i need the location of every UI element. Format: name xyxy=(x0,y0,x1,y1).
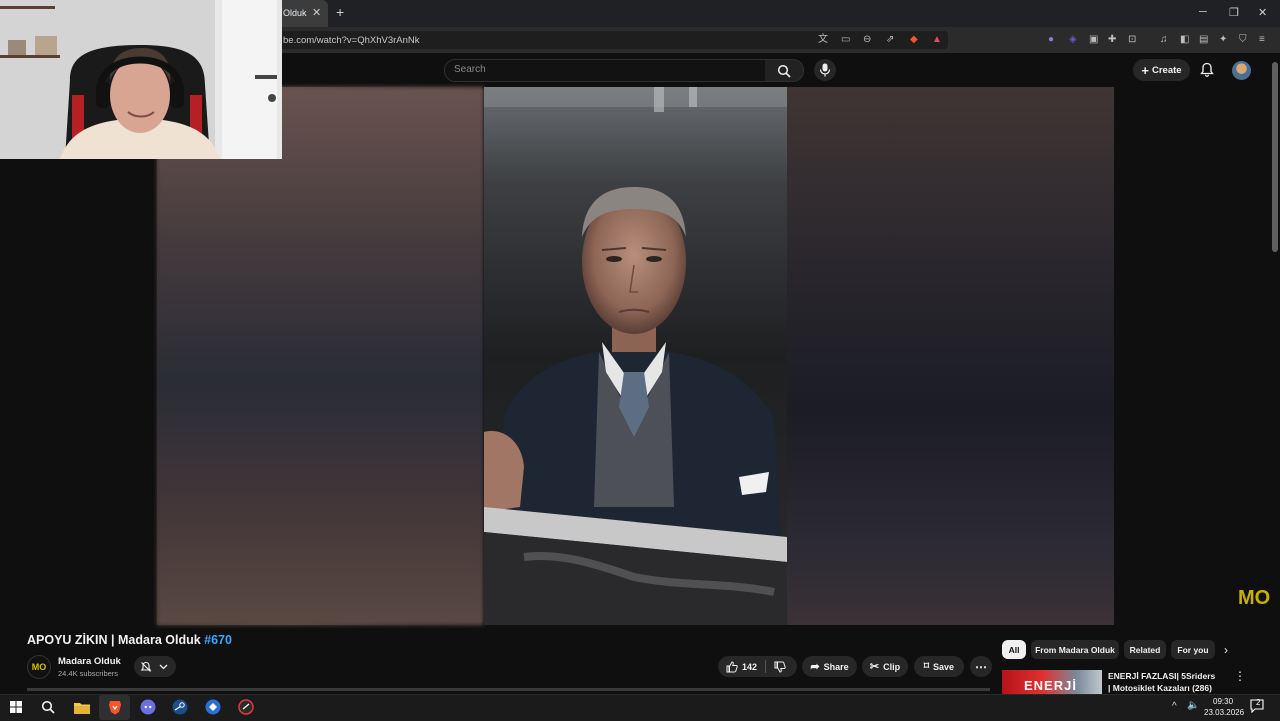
share-button[interactable]: ➦ Share xyxy=(802,656,857,677)
minimize-window-icon[interactable]: ─ xyxy=(1199,6,1207,18)
subscribed-notifications-button[interactable] xyxy=(134,656,176,677)
thumbs-down-icon xyxy=(774,661,786,673)
sidebar-icon[interactable]: ◧ xyxy=(1180,34,1189,46)
windows-start-icon[interactable] xyxy=(7,699,25,715)
close-window-icon[interactable]: ✕ xyxy=(1258,6,1267,19)
player-ambient-left xyxy=(157,87,484,625)
new-tab-button[interactable]: + xyxy=(336,4,344,20)
translate-icon[interactable]: 文 xyxy=(818,34,828,46)
chevron-down-icon xyxy=(159,664,168,670)
zoom-icon[interactable]: ⊖ xyxy=(863,34,871,46)
share-page-icon[interactable]: ⇗ xyxy=(886,34,894,46)
discord-icon[interactable] xyxy=(139,699,157,715)
thumbnail-text: ENERJİ xyxy=(1024,678,1077,693)
restore-window-icon[interactable]: ❐ xyxy=(1229,6,1239,19)
vpn-icon[interactable]: ◈ xyxy=(1069,34,1077,46)
file-explorer-icon[interactable] xyxy=(73,699,91,715)
webcam-person-image xyxy=(0,0,282,159)
channel-name[interactable]: Madara Olduk xyxy=(58,656,121,667)
puzzle-extensions-icon[interactable]: ✚ xyxy=(1108,34,1116,46)
recommended-video-thumbnail[interactable]: ENERJİ xyxy=(1002,670,1102,694)
extension-2-icon[interactable]: ▣ xyxy=(1089,34,1098,46)
channel-avatar[interactable]: MO xyxy=(27,655,51,679)
gaming-app-icon[interactable] xyxy=(237,699,255,715)
video-title: APOYU ZİKIN | Madara Olduk #670 xyxy=(27,633,232,647)
tab-title: Olduk xyxy=(283,8,307,18)
like-button[interactable]: 142 xyxy=(726,660,758,673)
create-label: Create xyxy=(1152,64,1182,76)
save-label: Save xyxy=(933,661,955,672)
chip-from-channel[interactable]: From Madara Olduk xyxy=(1031,640,1119,659)
chip-all[interactable]: All xyxy=(1002,640,1026,659)
brave-browser-icon[interactable] xyxy=(106,699,124,715)
dislike-button[interactable] xyxy=(774,661,786,675)
volume-icon[interactable]: 🔈 xyxy=(1187,700,1199,711)
search-icon xyxy=(777,64,791,78)
share-label: Share xyxy=(823,661,849,672)
save-button[interactable]: ⌑ Save xyxy=(914,656,964,677)
screenshot-icon[interactable]: ⊡ xyxy=(1128,34,1136,46)
taskbar-time[interactable]: 09:30 xyxy=(1213,697,1233,706)
brave-shields-icon[interactable]: ◆ xyxy=(910,34,918,46)
steam-icon[interactable] xyxy=(171,699,189,715)
clip-label: Clip xyxy=(883,661,901,672)
app-launcher-icon[interactable] xyxy=(204,699,222,715)
notifications-button[interactable] xyxy=(1200,62,1214,82)
search-button[interactable] xyxy=(765,59,804,82)
recommended-video-title[interactable]: ENERJİ FAZLASI| 5Sriders | Motosiklet Ka… xyxy=(1108,670,1218,694)
cast-icon[interactable]: ▭ xyxy=(841,34,850,46)
browser-menu-icon[interactable]: ≡ xyxy=(1259,34,1265,46)
notification-count: 2 xyxy=(1256,698,1261,707)
microphone-icon xyxy=(819,63,831,77)
more-horizontal-icon: ⋯ xyxy=(975,659,987,674)
page-divider xyxy=(27,688,990,691)
user-avatar[interactable] xyxy=(1232,61,1251,80)
tab-close-icon[interactable]: ✕ xyxy=(312,6,321,19)
scissors-icon: ✂ xyxy=(869,661,880,673)
windows-taskbar xyxy=(0,694,1280,721)
video-portrait-image xyxy=(484,87,787,625)
channel-avatar-logo: MO xyxy=(31,662,47,672)
leo-ai-icon[interactable]: ✦ xyxy=(1219,34,1227,46)
bell-icon xyxy=(1200,62,1214,77)
bookmark-icon: ⌑ xyxy=(923,661,930,672)
voice-search-button[interactable] xyxy=(814,59,836,81)
video-title-text: APOYU ZİKIN | Madara Olduk xyxy=(27,633,201,647)
media-icon[interactable]: ♫ xyxy=(1160,34,1168,46)
privacy-icon[interactable]: ⛉ xyxy=(1239,34,1247,46)
chip-for-you[interactable]: For you xyxy=(1171,640,1215,659)
like-count: 142 xyxy=(742,661,758,672)
tray-chevron-up-icon[interactable]: ^ xyxy=(1172,701,1177,712)
wallet-icon[interactable]: ▤ xyxy=(1199,34,1208,46)
chevron-right-icon[interactable]: › xyxy=(1224,643,1228,657)
channel-watermark[interactable]: MO xyxy=(1238,587,1270,610)
search-placeholder: Search xyxy=(454,64,486,75)
clip-button[interactable]: ✂ Clip xyxy=(862,656,908,677)
plus-icon: + xyxy=(1141,62,1149,78)
subscriber-count: 24.4K subscribers xyxy=(58,669,119,678)
address-url[interactable]: be.com/watch?v=QhXhV3rAnNk xyxy=(283,35,420,46)
more-actions-button[interactable]: ⋯ xyxy=(970,656,992,677)
video-hashtag[interactable]: #670 xyxy=(204,633,232,647)
thumbs-up-icon xyxy=(726,660,738,672)
extension-icon[interactable]: ● xyxy=(1048,34,1054,46)
taskbar-date[interactable]: 23.03.2026 xyxy=(1204,708,1244,717)
like-divider xyxy=(765,660,766,673)
share-icon: ➦ xyxy=(810,661,820,673)
chip-related[interactable]: Related xyxy=(1124,640,1166,659)
page-scrollbar[interactable] xyxy=(1272,62,1278,252)
video-frame[interactable] xyxy=(484,87,787,625)
brave-rewards-icon[interactable]: ▲ xyxy=(932,34,942,46)
like-dislike-group: 142 xyxy=(718,656,797,677)
bell-off-icon xyxy=(140,661,152,672)
player-ambient-right xyxy=(787,87,1114,625)
search-input[interactable] xyxy=(444,59,766,82)
more-vertical-icon[interactable]: ⋮ xyxy=(1234,669,1246,683)
taskbar-search-icon[interactable] xyxy=(39,699,57,715)
create-button[interactable]: + Create xyxy=(1133,59,1190,81)
webcam-overlay xyxy=(0,0,282,159)
